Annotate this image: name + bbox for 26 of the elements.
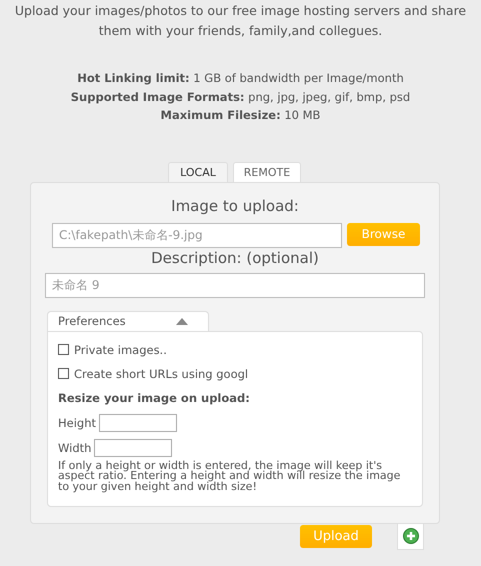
checkbox[interactable] [58,344,69,355]
resize-note: If only a height or width is entered, the image will keep it's aspect ratio. Entering a height and width will resize the image to your given height and width size! [58,460,402,492]
tab[interactable]: REMOTE [233,162,301,182]
intro-text: Upload your images/photos to our free image hosting servers and share them with your friends, family,and collegues. [14,2,468,40]
description-field[interactable]: 未命名 9 [45,272,425,298]
width-field[interactable] [94,439,172,457]
preferences-tab[interactable]: Preferences [47,310,209,330]
upload-button[interactable]: Upload [300,524,372,548]
browse-button[interactable]: Browse [347,222,420,246]
limit-text: Maximum Filesize: 10 MB [160,107,322,124]
width-label: Width [58,441,92,455]
file-path-field[interactable]: C:\fakepath\未命名-9.jpg [52,222,342,248]
height-label: Height [58,416,96,430]
description-label: Description: (optional) [150,248,320,268]
limit-text: Supported Image Formats: png, jpg, jpeg, gif, bmp, psd [70,88,412,106]
add-tab[interactable] [397,524,424,550]
checkbox[interactable] [58,368,69,379]
checkbox-label: Create short URLs using googl [74,366,248,380]
file-label: Image to upload: [170,196,300,216]
height-field[interactable] [99,414,178,432]
tab[interactable]: LOCAL [168,162,228,182]
checkbox-label: Private images.. [74,342,167,356]
limit-text: Hot Linking limit: 1 GB of bandwidth per Image/month [76,70,405,87]
caret-icon [176,318,188,324]
resize-title: Resize your image on upload: [58,390,251,404]
plus-icon [402,528,418,544]
